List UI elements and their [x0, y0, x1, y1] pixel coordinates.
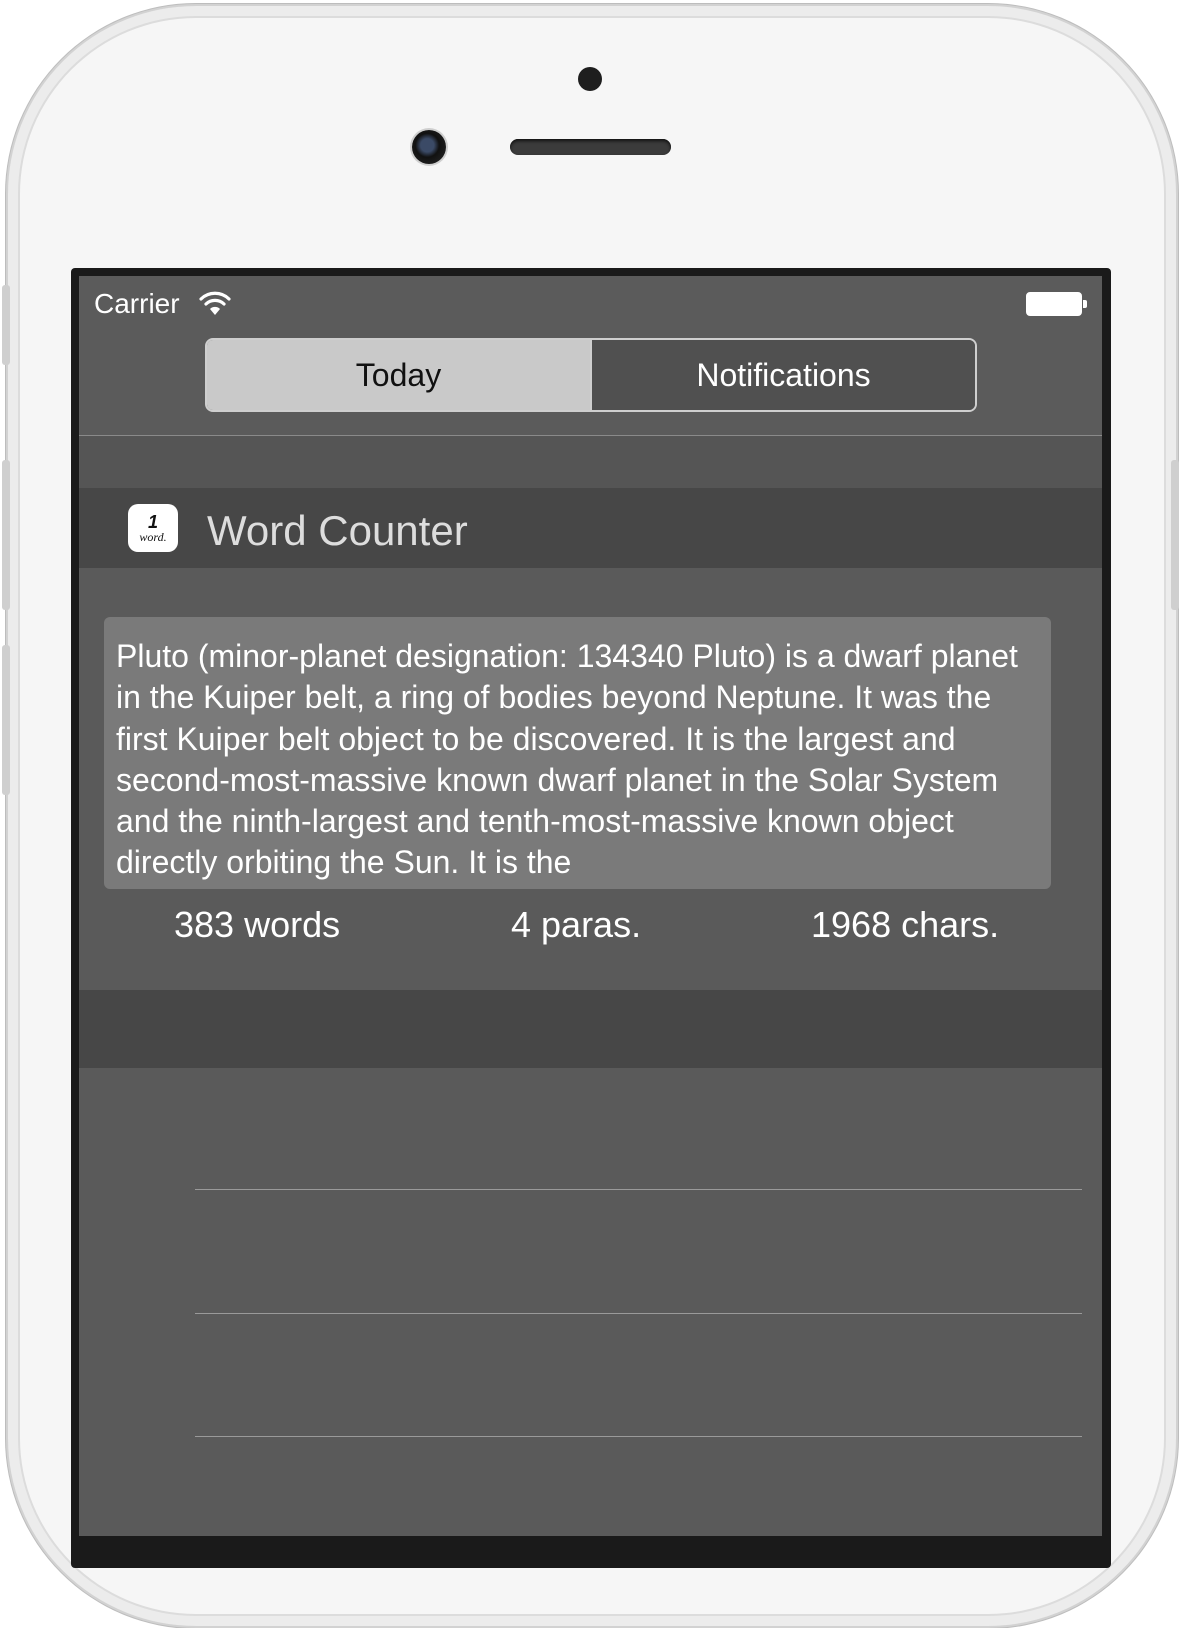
- widget-body: Pluto (minor-planet designation: 134340 …: [79, 568, 1102, 990]
- word-counter-app-icon: 1 word.: [128, 504, 178, 552]
- earpiece-speaker: [510, 139, 671, 155]
- volume-down-button: [2, 645, 10, 795]
- character-count-label: 1968 chars.: [811, 904, 1000, 945]
- volume-up-button: [2, 460, 10, 610]
- paragraph-count-label: 4 paras.: [511, 904, 642, 945]
- widget-title: Word Counter: [207, 507, 468, 554]
- notification-center: Carrier Today Notifications 1 word. Word…: [79, 276, 1102, 1536]
- widget-footer-band: [79, 990, 1102, 1068]
- list-separator: [195, 1436, 1082, 1437]
- carrier-label: Carrier: [94, 288, 180, 319]
- app-icon-number: 1: [147, 512, 158, 532]
- view-segmented-control: Today Notifications: [205, 338, 977, 412]
- power-button: [1171, 460, 1179, 610]
- tab-notifications[interactable]: Notifications: [590, 340, 975, 410]
- proximity-sensor: [578, 67, 602, 91]
- word-count-label: 383 words: [174, 904, 341, 945]
- mute-switch: [2, 285, 10, 365]
- widget-header[interactable]: 1 word. Word Counter: [79, 488, 1102, 568]
- list-separator: [195, 1313, 1082, 1314]
- battery-icon: [1026, 292, 1087, 316]
- tab-today[interactable]: Today: [207, 340, 590, 410]
- wifi-icon: [199, 291, 231, 315]
- blurred-background-strip: [79, 436, 1102, 488]
- counted-text-view[interactable]: Pluto (minor-planet designation: 134340 …: [104, 617, 1051, 889]
- list-separator: [195, 1189, 1082, 1190]
- front-camera: [412, 130, 446, 164]
- empty-widget-list: [79, 1068, 1102, 1536]
- app-icon-word: word.: [139, 530, 167, 544]
- status-bar: Carrier: [79, 276, 1102, 334]
